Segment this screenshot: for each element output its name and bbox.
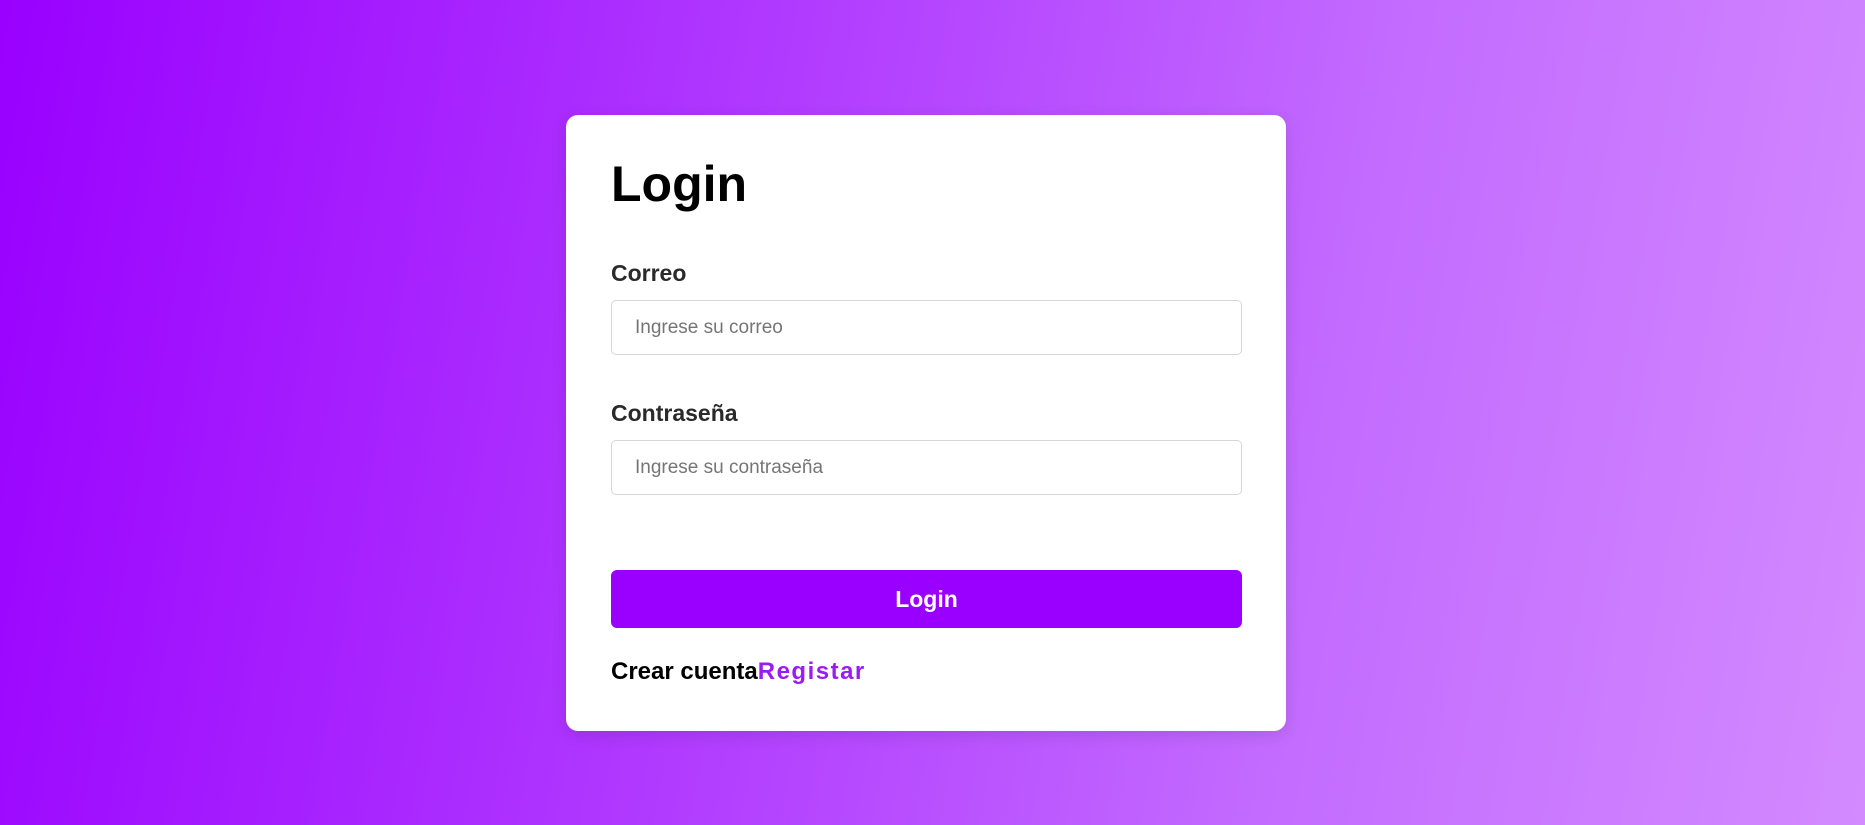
email-field[interactable] [611,300,1242,355]
page-title: Login [611,156,748,212]
login-card: Login Correo Contraseña Login Crear cuen… [566,115,1286,731]
password-field[interactable] [611,440,1242,495]
password-label: Contraseña [611,400,738,426]
create-account-text: Crear cuenta [611,658,758,685]
register-link[interactable]: Registar [758,658,866,685]
email-label: Correo [611,260,687,286]
register-prompt: Crear cuentaRegistar [611,658,866,686]
login-button[interactable]: Login [611,570,1242,628]
